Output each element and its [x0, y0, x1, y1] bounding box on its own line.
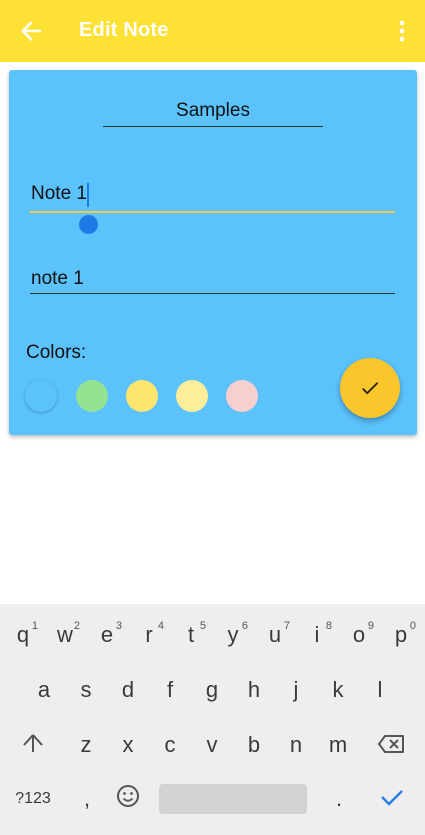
- key-label: k: [332, 677, 344, 702]
- emoji-icon: [117, 785, 139, 807]
- category-dropdown[interactable]: Samples: [103, 100, 323, 127]
- key-label: m: [328, 732, 348, 757]
- key-l[interactable]: l: [359, 667, 401, 711]
- check-icon: [362, 382, 379, 395]
- note-title-value: Note 1: [31, 183, 87, 204]
- key-p[interactable]: p0: [380, 612, 422, 656]
- app-bar: Edit Note: [0, 0, 425, 62]
- emoji-key[interactable]: [107, 776, 149, 820]
- key-label: z: [80, 732, 92, 757]
- note-body-value: note 1: [31, 268, 84, 289]
- key-n[interactable]: n: [275, 722, 317, 766]
- symbols-key-label: ?123: [15, 790, 51, 807]
- color-swatch-yellow[interactable]: [126, 380, 158, 412]
- more-vert-icon: [399, 20, 405, 42]
- shift-key[interactable]: [12, 722, 54, 766]
- key-c[interactable]: c: [149, 722, 191, 766]
- symbols-key[interactable]: ?123: [12, 776, 54, 820]
- key-u[interactable]: u7: [254, 612, 296, 656]
- key-label: l: [377, 677, 383, 702]
- color-swatch-light-yellow[interactable]: [176, 380, 208, 412]
- comma-key-label: ,: [83, 786, 91, 811]
- note-body-input[interactable]: note 1: [30, 267, 395, 294]
- key-label: s: [80, 677, 92, 702]
- key-o[interactable]: o9: [338, 612, 380, 656]
- key-y[interactable]: y6: [212, 612, 254, 656]
- key-number-hint: 6: [241, 620, 248, 632]
- backspace-icon: [378, 735, 404, 753]
- period-key-label: .: [335, 786, 343, 811]
- space-key[interactable]: [159, 784, 307, 814]
- key-number-hint: 2: [73, 620, 80, 632]
- key-label: x: [122, 732, 134, 757]
- key-h[interactable]: h: [233, 667, 275, 711]
- key-r[interactable]: r4: [128, 612, 170, 656]
- key-label: f: [166, 677, 174, 702]
- key-m[interactable]: m: [317, 722, 359, 766]
- key-number-hint: 1: [31, 620, 38, 632]
- key-s[interactable]: s: [65, 667, 107, 711]
- key-label: c: [164, 732, 176, 757]
- key-e[interactable]: e3: [86, 612, 128, 656]
- period-key[interactable]: .: [318, 776, 360, 820]
- key-number-hint: 0: [409, 620, 416, 632]
- key-number-hint: 4: [157, 620, 164, 632]
- cursor-handle[interactable]: [79, 215, 98, 234]
- key-label: g: [205, 677, 219, 702]
- key-k[interactable]: k: [317, 667, 359, 711]
- key-a[interactable]: a: [23, 667, 65, 711]
- key-j[interactable]: j: [275, 667, 317, 711]
- key-label: j: [293, 677, 299, 702]
- colors-label: Colors:: [26, 342, 87, 363]
- key-t[interactable]: t5: [170, 612, 212, 656]
- comma-key[interactable]: ,: [66, 776, 108, 820]
- shift-arrow-icon: [23, 734, 43, 752]
- key-label: b: [247, 732, 261, 757]
- save-fab[interactable]: [340, 358, 400, 418]
- key-d[interactable]: d: [107, 667, 149, 711]
- backspace-key[interactable]: [371, 722, 413, 766]
- check-icon: [381, 790, 403, 806]
- arrow-back-icon: [21, 21, 41, 41]
- key-b[interactable]: b: [233, 722, 275, 766]
- color-swatch-blue[interactable]: [25, 380, 57, 412]
- key-v[interactable]: v: [191, 722, 233, 766]
- key-number-hint: 8: [325, 620, 332, 632]
- color-swatch-pink[interactable]: [226, 380, 258, 412]
- page-title: Edit Note: [79, 19, 169, 41]
- text-cursor: [87, 183, 89, 207]
- key-f[interactable]: f: [149, 667, 191, 711]
- key-label: n: [289, 732, 303, 757]
- key-z[interactable]: z: [65, 722, 107, 766]
- key-number-hint: 9: [367, 620, 374, 632]
- key-g[interactable]: g: [191, 667, 233, 711]
- enter-key[interactable]: [371, 776, 413, 820]
- key-label: h: [247, 677, 261, 702]
- note-title-input[interactable]: Note 1: [30, 182, 395, 213]
- key-number-hint: 7: [283, 620, 290, 632]
- note-card: Samples Note 1 note 1 Colors:: [9, 70, 417, 435]
- key-x[interactable]: x: [107, 722, 149, 766]
- overflow-menu-button[interactable]: [392, 18, 412, 44]
- key-w[interactable]: w2: [44, 612, 86, 656]
- key-i[interactable]: i8: [296, 612, 338, 656]
- key-number-hint: 5: [199, 620, 206, 632]
- key-label: v: [206, 732, 218, 757]
- key-label: a: [37, 677, 51, 702]
- back-button[interactable]: [16, 16, 46, 46]
- key-number-hint: 3: [115, 620, 122, 632]
- color-swatch-green[interactable]: [76, 380, 108, 412]
- soft-keyboard: q1w2e3r4t5y6u7i8o9p0 a s d f g h j k l z x c v b nm ?…: [0, 604, 425, 835]
- key-label: d: [121, 677, 135, 702]
- key-q[interactable]: q1: [2, 612, 44, 656]
